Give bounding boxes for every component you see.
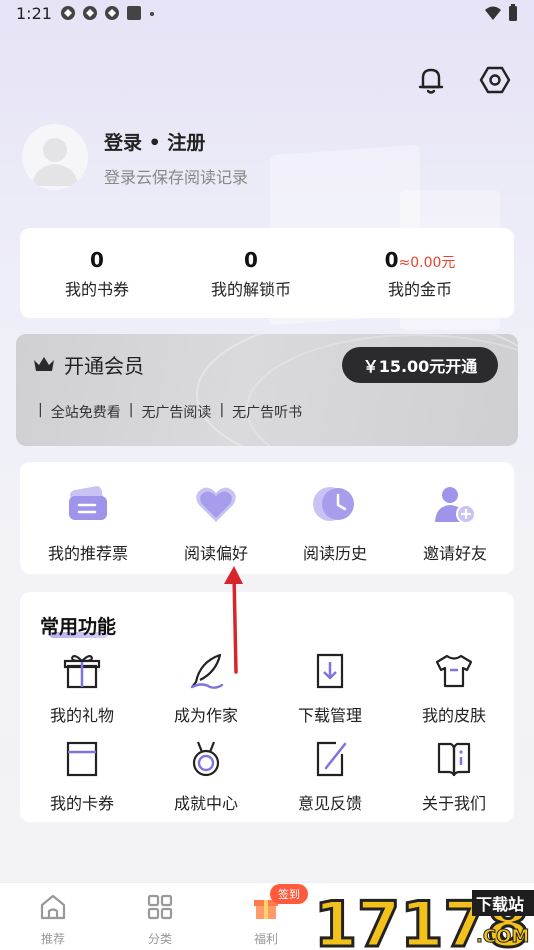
gift-icon [63, 655, 101, 689]
function-label: 意见反馈 [297, 794, 362, 813]
tshirt-icon [435, 654, 473, 688]
nav-tab-recommend[interactable]: 推荐 [13, 892, 93, 947]
function-label: 成就中心 [173, 794, 238, 813]
book-info-icon [437, 742, 471, 777]
site-watermark-logo: 17178 下载站 .COM [313, 887, 534, 950]
dot-icon [150, 12, 154, 16]
function-item-gift[interactable]: 我的礼物 [20, 652, 144, 726]
vip-open-button[interactable]: ￥15.00元开通 [342, 347, 498, 383]
vip-title: 开通会员 [64, 354, 144, 378]
function-item-achievements[interactable]: 成就中心 [144, 740, 268, 814]
status-bar: 1:21 [0, 0, 534, 30]
stat-value: 0≈0.00元 [340, 248, 500, 272]
vip-feature: 无广告阅读 [141, 405, 212, 421]
stat-gold-coins[interactable]: 0≈0.00元 我的金币 [340, 248, 500, 300]
heart-icon [196, 487, 236, 522]
function-item-about-us[interactable]: 关于我们 [392, 740, 516, 814]
quick-item-label: 我的推荐票 [47, 544, 128, 563]
ticket-icon [69, 486, 107, 520]
svg-text:下载站: 下载站 [476, 895, 524, 914]
function-item-skin[interactable]: 我的皮肤 [392, 652, 516, 726]
nav-label: 推荐 [40, 932, 65, 946]
function-item-feedback[interactable]: 意见反馈 [268, 740, 392, 814]
nav-label: 福利 [253, 932, 278, 946]
app-notification-icon [105, 6, 119, 20]
common-functions-title: 常用功能 [40, 616, 117, 638]
coin-value: 0 [384, 248, 399, 272]
vip-features: | 全站免费看 | 无广告阅读 | 无广告听书 [38, 402, 303, 421]
battery-icon [509, 4, 517, 21]
function-item-card-coupons[interactable]: 我的卡券 [20, 740, 144, 814]
grid-icon [147, 894, 173, 920]
status-notification-icons [60, 5, 156, 21]
stat-value: 0 [244, 248, 258, 272]
quick-item-reading-preference[interactable]: 阅读偏好 [154, 484, 278, 564]
stat-label: 我的书券 [64, 280, 129, 299]
function-label: 我的卡券 [49, 794, 114, 813]
svg-text:.COM: .COM [476, 926, 529, 947]
nav-label: 分类 [147, 932, 172, 946]
app-notification-icon [61, 6, 75, 20]
stat-label: 我的金币 [387, 280, 452, 299]
vip-feature: 无广告听书 [232, 405, 303, 421]
card-icon [66, 741, 98, 777]
quick-item-invite-friends[interactable]: 邀请好友 [393, 484, 517, 564]
feedback-icon [316, 741, 347, 777]
download-icon [316, 653, 344, 689]
login-register-title[interactable]: 登录 • 注册 [104, 128, 205, 155]
stat-book-vouchers[interactable]: 0 我的书券 [17, 248, 177, 300]
status-time: 1:21 [16, 4, 52, 23]
function-label: 成为作家 [173, 706, 238, 725]
quick-item-label: 邀请好友 [422, 544, 487, 563]
stat-unlock-coins[interactable]: 0 我的解锁币 [171, 248, 331, 300]
crown-icon [34, 357, 54, 371]
function-label: 下载管理 [297, 706, 362, 725]
account-stats-card: 0 我的书券 0 我的解锁币 0≈0.00元 我的金币 [20, 228, 514, 318]
quick-item-recommend-ticket[interactable]: 我的推荐票 [26, 484, 150, 564]
function-item-download-manager[interactable]: 下载管理 [268, 652, 392, 726]
quick-item-reading-history[interactable]: 阅读历史 [273, 484, 397, 564]
bell-icon[interactable] [414, 63, 448, 97]
function-label: 关于我们 [421, 794, 486, 813]
status-system-icons [484, 4, 518, 22]
square-notification-icon [127, 6, 141, 20]
home-icon [40, 894, 66, 920]
quick-item-label: 阅读历史 [302, 544, 367, 563]
annotation-arrow-icon [224, 566, 243, 674]
function-label: 我的皮肤 [421, 706, 486, 725]
avatar[interactable] [22, 124, 88, 190]
stat-value: 0 [90, 248, 104, 272]
default-avatar-icon [32, 138, 78, 186]
medal-icon [192, 741, 220, 777]
wifi-icon [485, 6, 501, 20]
sign-in-badge[interactable]: 签到 [270, 884, 308, 904]
coin-rmb-equivalent: ≈0.00元 [398, 255, 456, 271]
stat-label: 我的解锁币 [210, 280, 291, 299]
settings-icon[interactable] [478, 63, 512, 97]
vip-feature: 全站免费看 [50, 405, 121, 421]
add-user-icon [435, 487, 476, 524]
app-notification-icon [83, 6, 97, 20]
function-label: 我的礼物 [49, 706, 114, 725]
clock-icon [313, 487, 354, 521]
nav-tab-category[interactable]: 分类 [120, 892, 200, 947]
login-subtitle: 登录云保存阅读记录 [104, 168, 249, 187]
